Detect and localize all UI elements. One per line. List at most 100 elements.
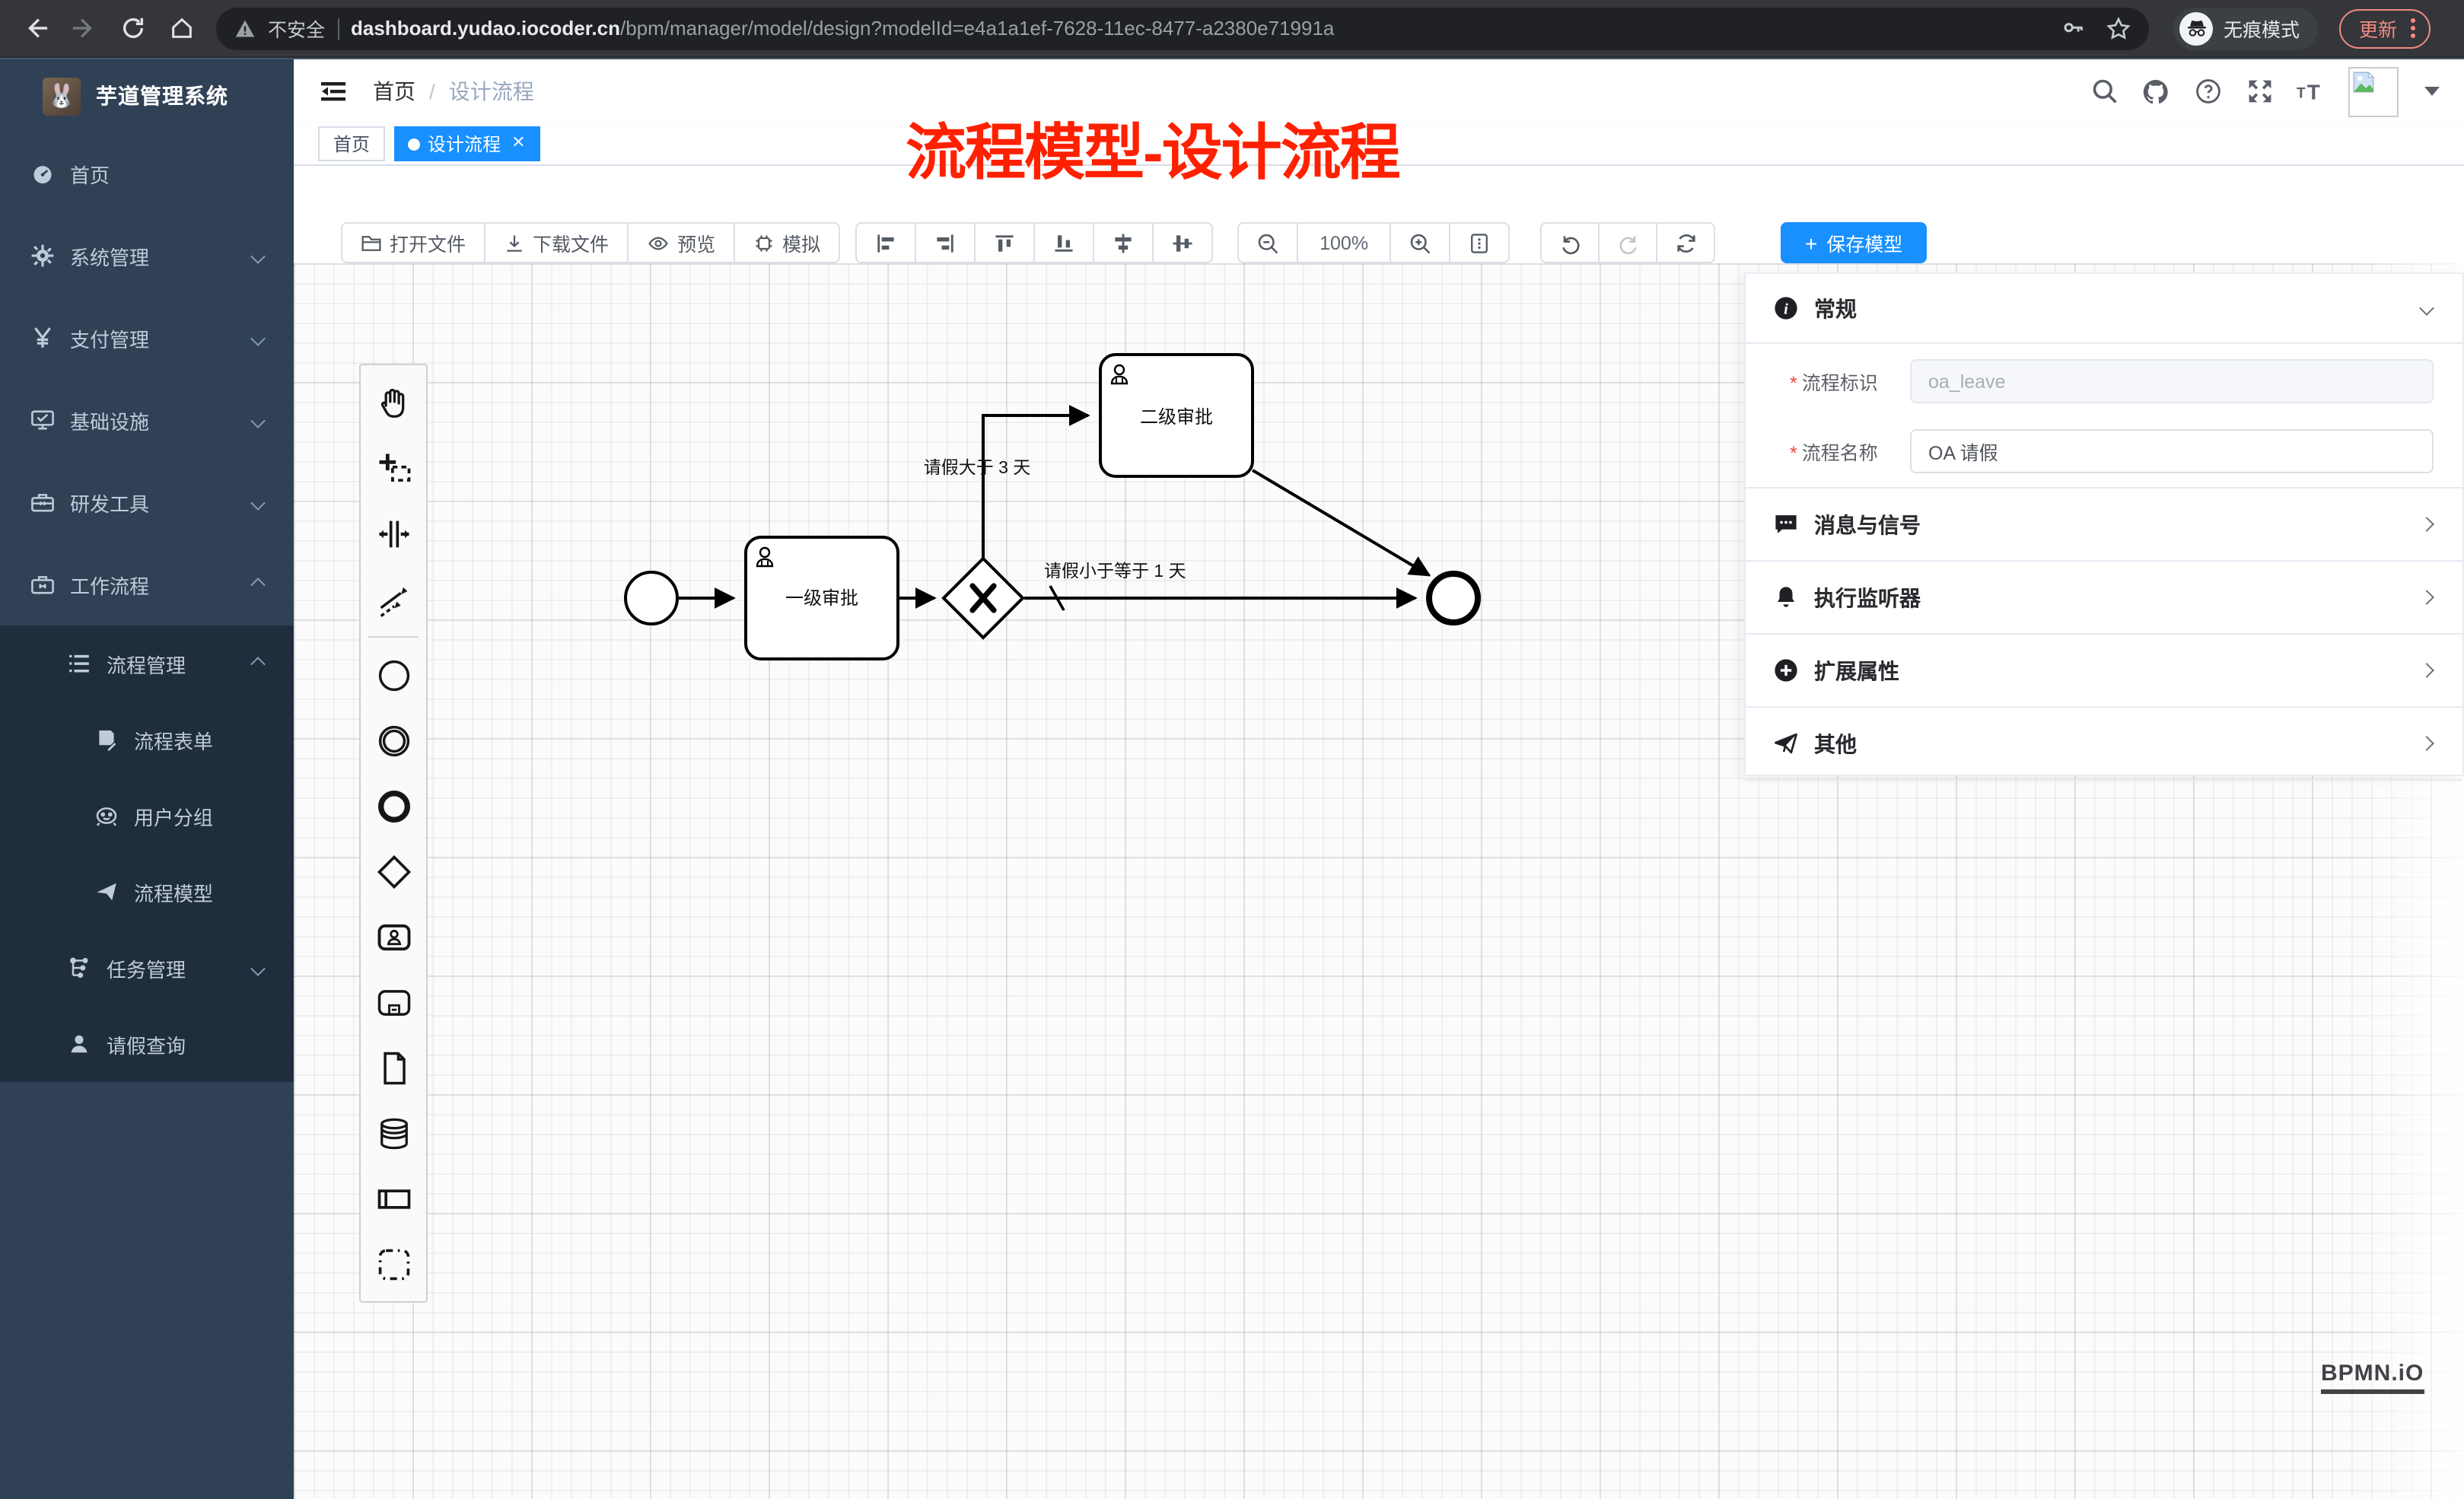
create-end-event[interactable] [361, 773, 426, 839]
user-task-level2[interactable]: 二级审批 [1100, 355, 1253, 476]
align-right-button[interactable] [915, 222, 976, 263]
open-file-button[interactable]: 打开文件 [341, 222, 485, 263]
user-task-level1[interactable]: 一级审批 [746, 537, 898, 659]
align-bottom-button[interactable] [1033, 222, 1094, 263]
bookmark-star-icon[interactable] [2106, 16, 2131, 40]
process-name-input[interactable] [1910, 429, 2434, 473]
redo-button[interactable] [1598, 222, 1657, 263]
zoom-reset-button[interactable] [1449, 222, 1510, 263]
section-general[interactable]: i 常规 [1746, 274, 2462, 344]
browser-home-button[interactable] [161, 8, 201, 48]
browser-update-button[interactable]: 更新 [2339, 8, 2431, 48]
sidebar-item-system[interactable]: 系统管理 [0, 215, 294, 297]
zoom-level-label: 100% [1320, 232, 1368, 253]
create-user-task[interactable] [361, 904, 426, 969]
process-key-input[interactable] [1910, 359, 2434, 403]
task-label: 一级审批 [785, 588, 858, 609]
sidebar-item-infrastructure[interactable]: 基础设施 [0, 379, 294, 461]
browser-reload-button[interactable] [113, 8, 152, 48]
gear-icon [30, 243, 55, 268]
sidebar-item-leave-query[interactable]: 请假查询 [0, 1006, 294, 1082]
zoom-in-button[interactable] [1390, 222, 1450, 263]
hand-tool[interactable] [361, 370, 426, 435]
create-participant[interactable] [361, 1166, 426, 1231]
create-subprocess[interactable] [361, 969, 426, 1035]
tab-design-process[interactable]: 设计流程 ✕ [394, 126, 540, 161]
create-intermediate-event[interactable] [361, 708, 426, 773]
simulate-button[interactable]: 模拟 [734, 222, 840, 263]
avatar-caret-icon[interactable] [2424, 87, 2440, 96]
exclusive-gateway[interactable] [944, 559, 1023, 638]
sidebar-item-workflow[interactable]: 工作流程 [0, 543, 294, 625]
folder-open-icon [361, 232, 382, 253]
align-middle-button[interactable] [1152, 222, 1213, 263]
message-icon [1773, 511, 1799, 537]
restart-button[interactable] [1656, 222, 1715, 263]
url-bar[interactable]: 不安全 dashboard.yudao.iocoder.cn/bpm/manag… [216, 7, 2149, 49]
section-other[interactable]: 其他 [1746, 708, 2462, 781]
create-data-object[interactable] [361, 1035, 426, 1100]
align-top-button[interactable] [974, 222, 1035, 263]
button-label: 打开文件 [390, 228, 466, 257]
save-model-button[interactable]: + 保存模型 [1781, 222, 1927, 263]
help-icon[interactable] [2193, 77, 2222, 106]
app-logo[interactable]: 🐰 芋道管理系统 [0, 59, 294, 132]
password-key-icon[interactable] [2061, 16, 2085, 40]
browser-menu-icon[interactable] [2411, 18, 2415, 38]
sidebar-item-label: 研发工具 [70, 488, 149, 517]
download-file-button[interactable]: 下载文件 [484, 222, 629, 263]
fullscreen-icon[interactable] [2245, 77, 2274, 106]
lasso-tool[interactable] [361, 435, 426, 501]
browser-back-button[interactable] [15, 8, 55, 48]
github-icon[interactable] [2141, 77, 2170, 106]
breadcrumb-home[interactable]: 首页 [373, 76, 415, 107]
end-event[interactable] [1429, 574, 1478, 622]
sidebar-item-label: 支付管理 [70, 323, 149, 352]
zoom-out-button[interactable] [1237, 222, 1298, 263]
undo-button[interactable] [1540, 222, 1600, 263]
create-start-event[interactable] [361, 642, 426, 708]
align-center-button[interactable] [1093, 222, 1154, 263]
sidebar-item-process-form[interactable]: 流程表单 [0, 702, 294, 778]
create-data-store[interactable] [361, 1100, 426, 1166]
user-icon [67, 1032, 91, 1056]
create-group[interactable] [361, 1231, 426, 1297]
start-event[interactable] [626, 572, 677, 624]
flow-task2-to-end[interactable] [1253, 470, 1429, 575]
tab-close-icon[interactable]: ✕ [511, 135, 525, 152]
bpmn-io-logo[interactable]: BPMN.iO [2321, 1361, 2424, 1394]
flow-label-gt3[interactable]: 请假大于 3 天 [924, 457, 1031, 477]
dashboard-icon [30, 161, 55, 186]
preview-button[interactable]: 预览 [627, 222, 735, 263]
sidebar-item-user-group[interactable]: 用户分组 [0, 778, 294, 854]
section-extended-attrs[interactable]: 扩展属性 [1746, 635, 2462, 708]
create-gateway[interactable] [361, 839, 426, 904]
section-execution-listener[interactable]: 执行监听器 [1746, 562, 2462, 635]
sidebar-item-process-management[interactable]: 流程管理 [0, 625, 294, 702]
sidebar-item-process-model[interactable]: 流程模型 [0, 854, 294, 930]
redo-icon [1616, 231, 1640, 255]
not-secure-warning-icon [234, 18, 256, 39]
sidebar-item-task-management[interactable]: 任务管理 [0, 930, 294, 1006]
font-size-icon[interactable]: TT [2297, 77, 2326, 106]
save-model-label: 保存模型 [1826, 228, 1902, 257]
home-icon [168, 15, 194, 41]
sidebar-item-payment[interactable]: 支付管理 [0, 297, 294, 379]
sidebar-item-home[interactable]: 首页 [0, 132, 294, 215]
global-connect-tool[interactable] [361, 566, 426, 632]
sidebar-collapse-icon[interactable] [318, 76, 349, 107]
align-left-button[interactable] [855, 222, 916, 263]
flow-gateway-to-task2[interactable] [983, 415, 1088, 559]
tab-home[interactable]: 首页 [318, 126, 385, 161]
browser-forward-button[interactable] [64, 8, 103, 48]
space-tool[interactable] [361, 501, 426, 566]
search-icon[interactable] [2090, 77, 2119, 106]
url-text: dashboard.yudao.iocoder.cn/bpm/manager/m… [351, 17, 1334, 40]
omnibox-actions [2061, 16, 2131, 40]
chevron-up-icon [250, 656, 266, 671]
avatar[interactable] [2348, 66, 2399, 116]
sidebar-item-dev-tools[interactable]: 研发工具 [0, 461, 294, 543]
align-button-group [855, 222, 1213, 263]
flow-label-le1[interactable]: 请假小于等于 1 天 [1044, 561, 1186, 581]
section-message-signal[interactable]: 消息与信号 [1746, 489, 2462, 562]
